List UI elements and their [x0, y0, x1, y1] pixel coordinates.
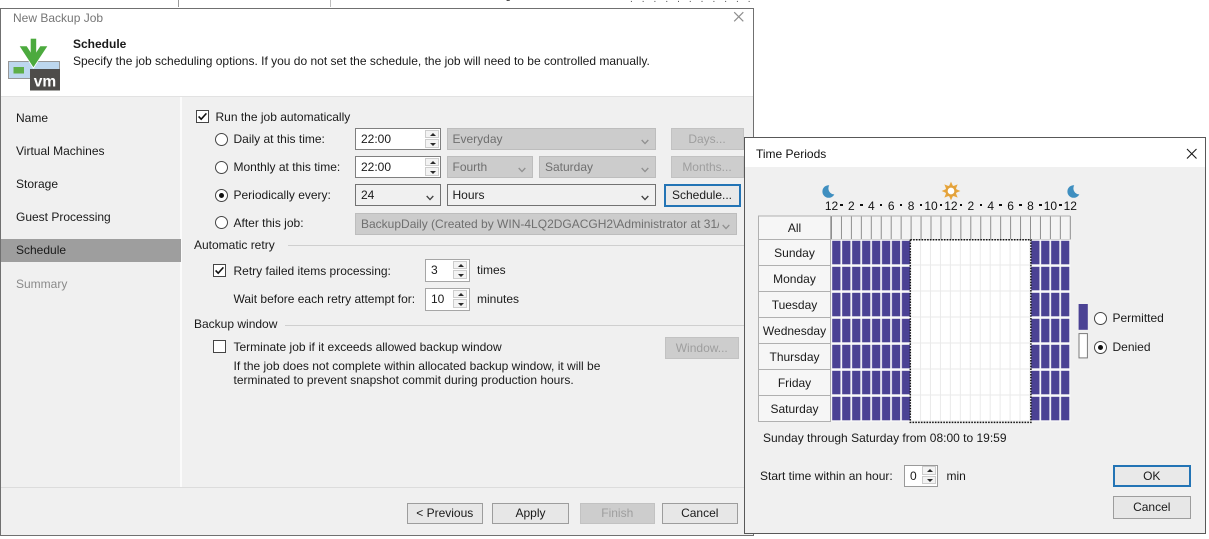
svg-text:vm: vm [34, 74, 56, 91]
